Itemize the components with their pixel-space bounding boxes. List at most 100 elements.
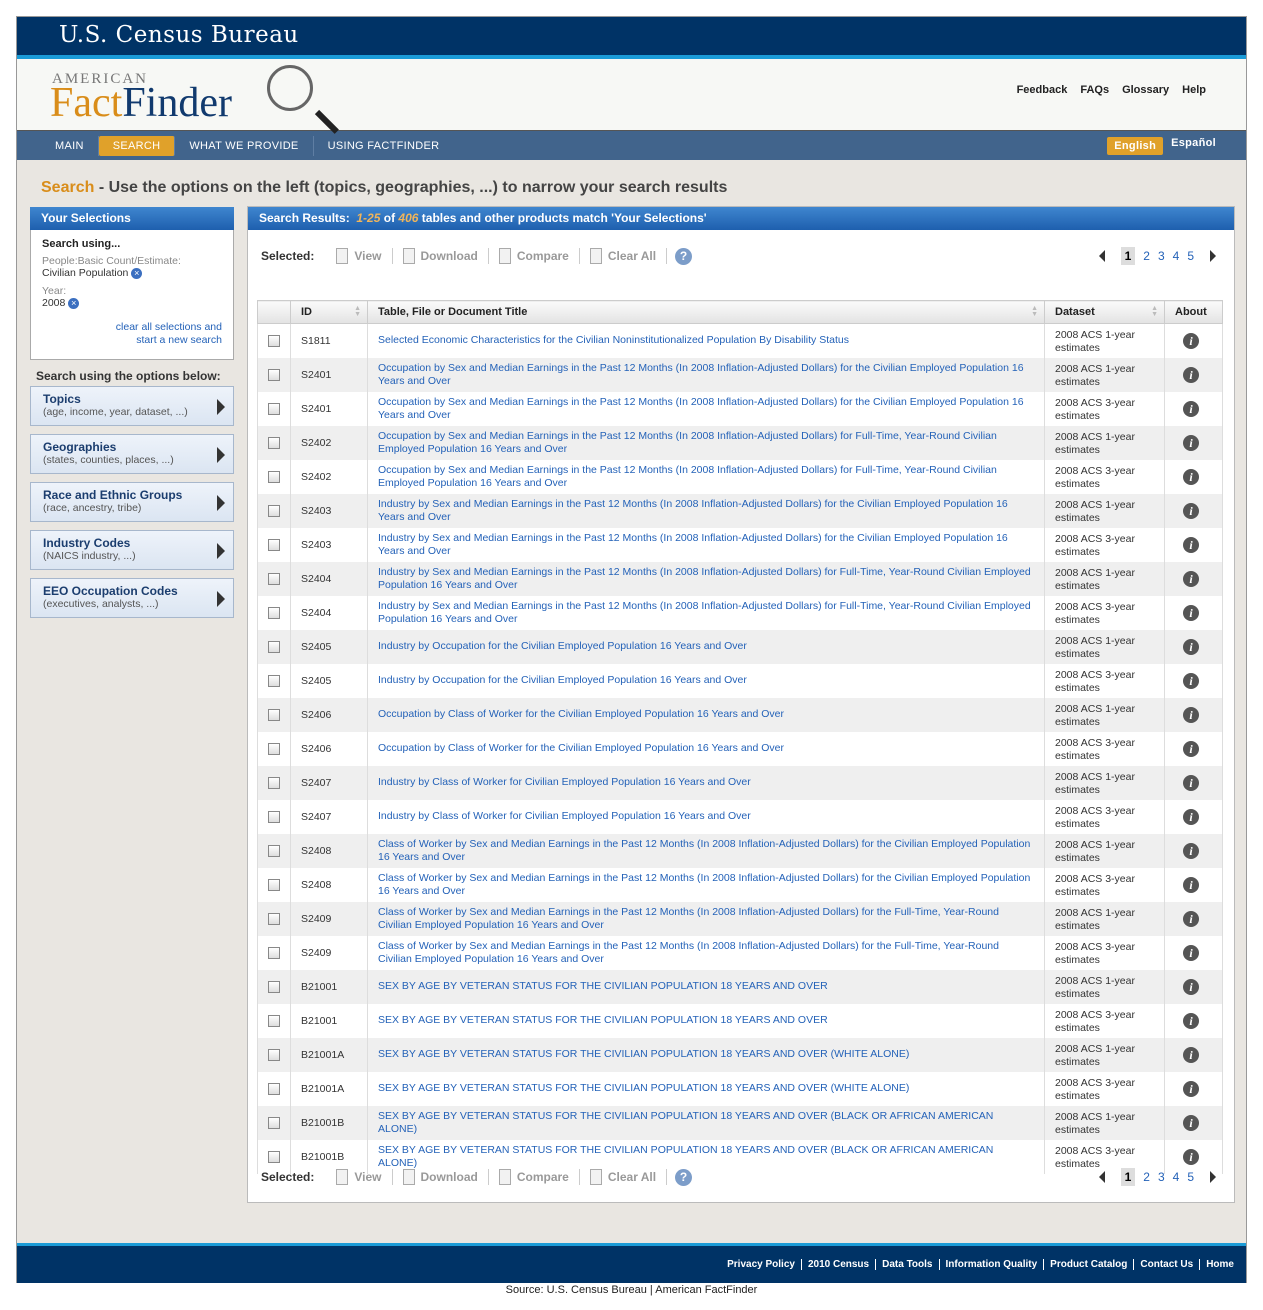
row-title-link[interactable]: Industry by Class of Worker for Civilian… [367,765,1045,800]
row-checkbox[interactable] [268,640,280,653]
row-title-link[interactable]: Industry by Sex and Median Earnings in t… [367,527,1045,562]
info-icon[interactable]: i [1183,672,1199,689]
row-checkbox[interactable] [268,844,280,857]
row-checkbox[interactable] [268,674,280,687]
row-checkbox[interactable] [268,538,280,551]
page-link[interactable]: 4 [1173,249,1180,263]
help-link[interactable]: Help [1182,84,1206,96]
lang-english[interactable]: English [1107,136,1164,155]
row-title-link[interactable]: SEX BY AGE BY VETERAN STATUS FOR THE CIV… [367,1105,1045,1140]
row-title-link[interactable]: Selected Economic Characteristics for th… [367,323,1045,358]
row-title-link[interactable]: Occupation by Class of Worker for the Ci… [367,697,1045,732]
download-button[interactable]: Download [393,248,489,264]
page-link[interactable]: 3 [1158,249,1165,263]
row-checkbox[interactable] [268,776,280,789]
footer-link[interactable]: Home [1199,1259,1240,1270]
nav-what-we-provide[interactable]: WHAT WE PROVIDE [175,135,314,156]
row-checkbox[interactable] [268,572,280,585]
option-industry-codes[interactable]: Industry Codes (NAICS industry, ...) [30,530,234,570]
row-checkbox[interactable] [268,504,280,517]
clear-button[interactable]: Clear All [580,1169,668,1185]
row-checkbox[interactable] [268,470,280,483]
row-title-link[interactable]: Industry by Occupation for the Civilian … [367,629,1045,664]
info-icon[interactable]: i [1183,910,1199,927]
row-title-link[interactable]: Class of Worker by Sex and Median Earnin… [367,935,1045,970]
row-title-link[interactable]: Industry by Sex and Median Earnings in t… [367,493,1045,528]
info-icon[interactable]: i [1183,502,1199,519]
row-checkbox[interactable] [268,402,280,415]
info-icon[interactable]: i [1183,638,1199,655]
row-title-link[interactable]: Occupation by Sex and Median Earnings in… [367,357,1045,392]
footer-link[interactable]: Contact Us [1133,1259,1199,1270]
row-title-link[interactable]: Industry by Sex and Median Earnings in t… [367,595,1045,630]
title-column-header[interactable]: Table, File or Document Title ▲ ▼ [367,300,1045,324]
info-icon[interactable]: i [1183,536,1199,553]
info-icon[interactable]: i [1183,944,1199,961]
faqs-link[interactable]: FAQs [1080,84,1109,96]
row-title-link[interactable]: Occupation by Class of Worker for the Ci… [367,731,1045,766]
info-icon[interactable]: i [1183,1012,1199,1029]
info-icon[interactable]: i [1183,1080,1199,1097]
page-link[interactable]: 5 [1187,249,1194,263]
nav-main[interactable]: MAIN [41,135,99,156]
row-checkbox[interactable] [268,334,280,347]
row-title-link[interactable]: SEX BY AGE BY VETERAN STATUS FOR THE CIV… [367,969,1045,1004]
glossary-link[interactable]: Glossary [1122,84,1169,96]
row-checkbox[interactable] [268,606,280,619]
prev-page-icon[interactable] [1098,1171,1105,1183]
row-title-link[interactable]: Occupation by Sex and Median Earnings in… [367,459,1045,494]
page-link[interactable]: 1 [1120,1168,1136,1186]
row-title-link[interactable]: Occupation by Sex and Median Earnings in… [367,391,1045,426]
page-link[interactable]: 3 [1158,1170,1165,1184]
row-checkbox[interactable] [268,1014,280,1027]
next-page-icon[interactable] [1210,250,1216,262]
option-geographies[interactable]: Geographies (states, counties, places, ..… [30,434,234,474]
footer-link[interactable]: Product Catalog [1043,1259,1133,1270]
info-icon[interactable]: i [1183,774,1199,791]
row-title-link[interactable]: Occupation by Sex and Median Earnings in… [367,425,1045,460]
info-icon[interactable]: i [1183,842,1199,859]
page-link[interactable]: 1 [1120,247,1136,265]
nav-using-factfinder[interactable]: USING FACTFINDER [314,136,454,156]
footer-link[interactable]: 2010 Census [800,1259,875,1270]
row-title-link[interactable]: Industry by Class of Worker for Civilian… [367,799,1045,834]
row-checkbox[interactable] [268,912,280,925]
row-checkbox[interactable] [268,946,280,959]
info-icon[interactable]: i [1183,1114,1199,1131]
feedback-link[interactable]: Feedback [1017,84,1068,96]
view-button[interactable]: View [326,1169,393,1185]
help-icon[interactable]: ? [675,247,693,265]
id-column-header[interactable]: ID ▲ ▼ [290,300,368,324]
compare-button[interactable]: Compare [489,1169,580,1185]
row-checkbox[interactable] [268,436,280,449]
lang-espanol[interactable]: Español [1171,137,1216,155]
row-title-link[interactable]: Class of Worker by Sex and Median Earnin… [367,901,1045,936]
remove-icon[interactable]: × [68,297,80,309]
row-checkbox[interactable] [268,368,280,381]
next-page-icon[interactable] [1210,1171,1216,1183]
clear-all-selections-link[interactable]: clear all selections and start a new sear… [42,321,222,347]
dataset-column-header[interactable]: Dataset ▲ ▼ [1044,300,1165,324]
view-button[interactable]: View [326,248,393,264]
option-race-and-ethnic-groups[interactable]: Race and Ethnic Groups (race, ancestry, t… [30,482,234,522]
prev-page-icon[interactable] [1098,250,1105,262]
row-checkbox[interactable] [268,1082,280,1095]
info-icon[interactable]: i [1183,978,1199,995]
page-link[interactable]: 2 [1143,1170,1150,1184]
row-checkbox[interactable] [268,742,280,755]
row-title-link[interactable]: Class of Worker by Sex and Median Earnin… [367,867,1045,902]
info-icon[interactable]: i [1183,366,1199,383]
nav-search[interactable]: SEARCH [98,135,176,156]
row-checkbox[interactable] [268,980,280,993]
info-icon[interactable]: i [1183,604,1199,621]
remove-icon[interactable]: × [131,267,143,279]
page-link[interactable]: 2 [1143,249,1150,263]
download-button[interactable]: Download [393,1169,489,1185]
row-title-link[interactable]: Class of Worker by Sex and Median Earnin… [367,833,1045,868]
info-icon[interactable]: i [1183,434,1199,451]
option-topics[interactable]: Topics (age, income, year, dataset, ...) [30,386,234,426]
row-title-link[interactable]: SEX BY AGE BY VETERAN STATUS FOR THE CIV… [367,1003,1045,1038]
info-icon[interactable]: i [1183,570,1199,587]
compare-button[interactable]: Compare [489,248,580,264]
clear-button[interactable]: Clear All [580,248,668,264]
